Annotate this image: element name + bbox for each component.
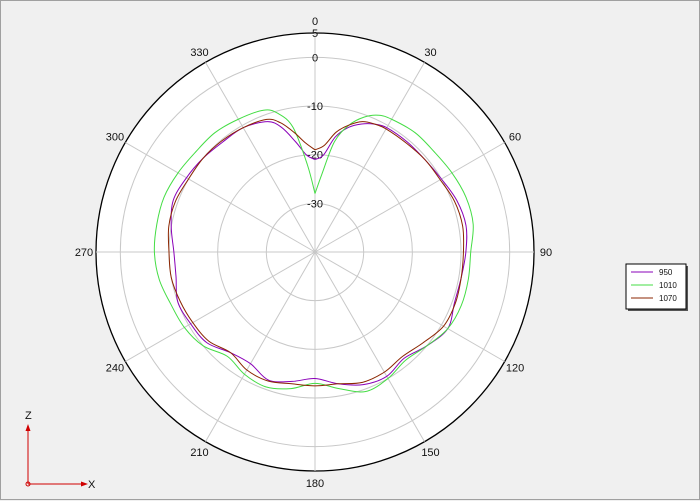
angle-label: 210 xyxy=(190,447,208,459)
radial-label: 0 xyxy=(312,52,318,64)
polar-chart: 0306090120150180210240270300330 50-10-20… xyxy=(25,16,688,491)
angle-label: 0 xyxy=(312,16,318,28)
legend-label: 950 xyxy=(659,268,673,277)
polar-grid xyxy=(95,32,535,472)
x-axis-label: X xyxy=(88,479,96,491)
legend-box xyxy=(625,263,687,310)
angle-label: 240 xyxy=(106,363,124,375)
angle-label: 150 xyxy=(421,447,439,459)
angle-label: 60 xyxy=(509,132,521,144)
radial-label: -10 xyxy=(307,101,323,113)
legend-label: 1010 xyxy=(659,281,677,290)
legend-label: 1070 xyxy=(659,294,677,303)
angle-label: 330 xyxy=(190,47,208,59)
legend: 950 1010 1070 xyxy=(625,263,688,311)
plot-window: 0 30 60 90 120 150 180 210 240 270 300 330 5 0 -10 -20… xyxy=(0,0,700,500)
angle-label: 90 xyxy=(540,247,552,259)
angle-label: 30 xyxy=(424,47,436,59)
radial-label: 5 xyxy=(312,28,318,40)
angle-label: 300 xyxy=(106,132,124,144)
z-axis-arrow xyxy=(25,424,31,431)
axes-indicator: Z X xyxy=(25,410,96,491)
x-axis-arrow xyxy=(81,481,88,487)
angle-label: 120 xyxy=(506,363,524,375)
angle-label: 180 xyxy=(306,478,324,490)
radial-label: -20 xyxy=(307,150,323,162)
angle-label: 270 xyxy=(75,247,93,259)
radial-label: -30 xyxy=(307,198,323,210)
z-axis-label: Z xyxy=(25,410,32,422)
